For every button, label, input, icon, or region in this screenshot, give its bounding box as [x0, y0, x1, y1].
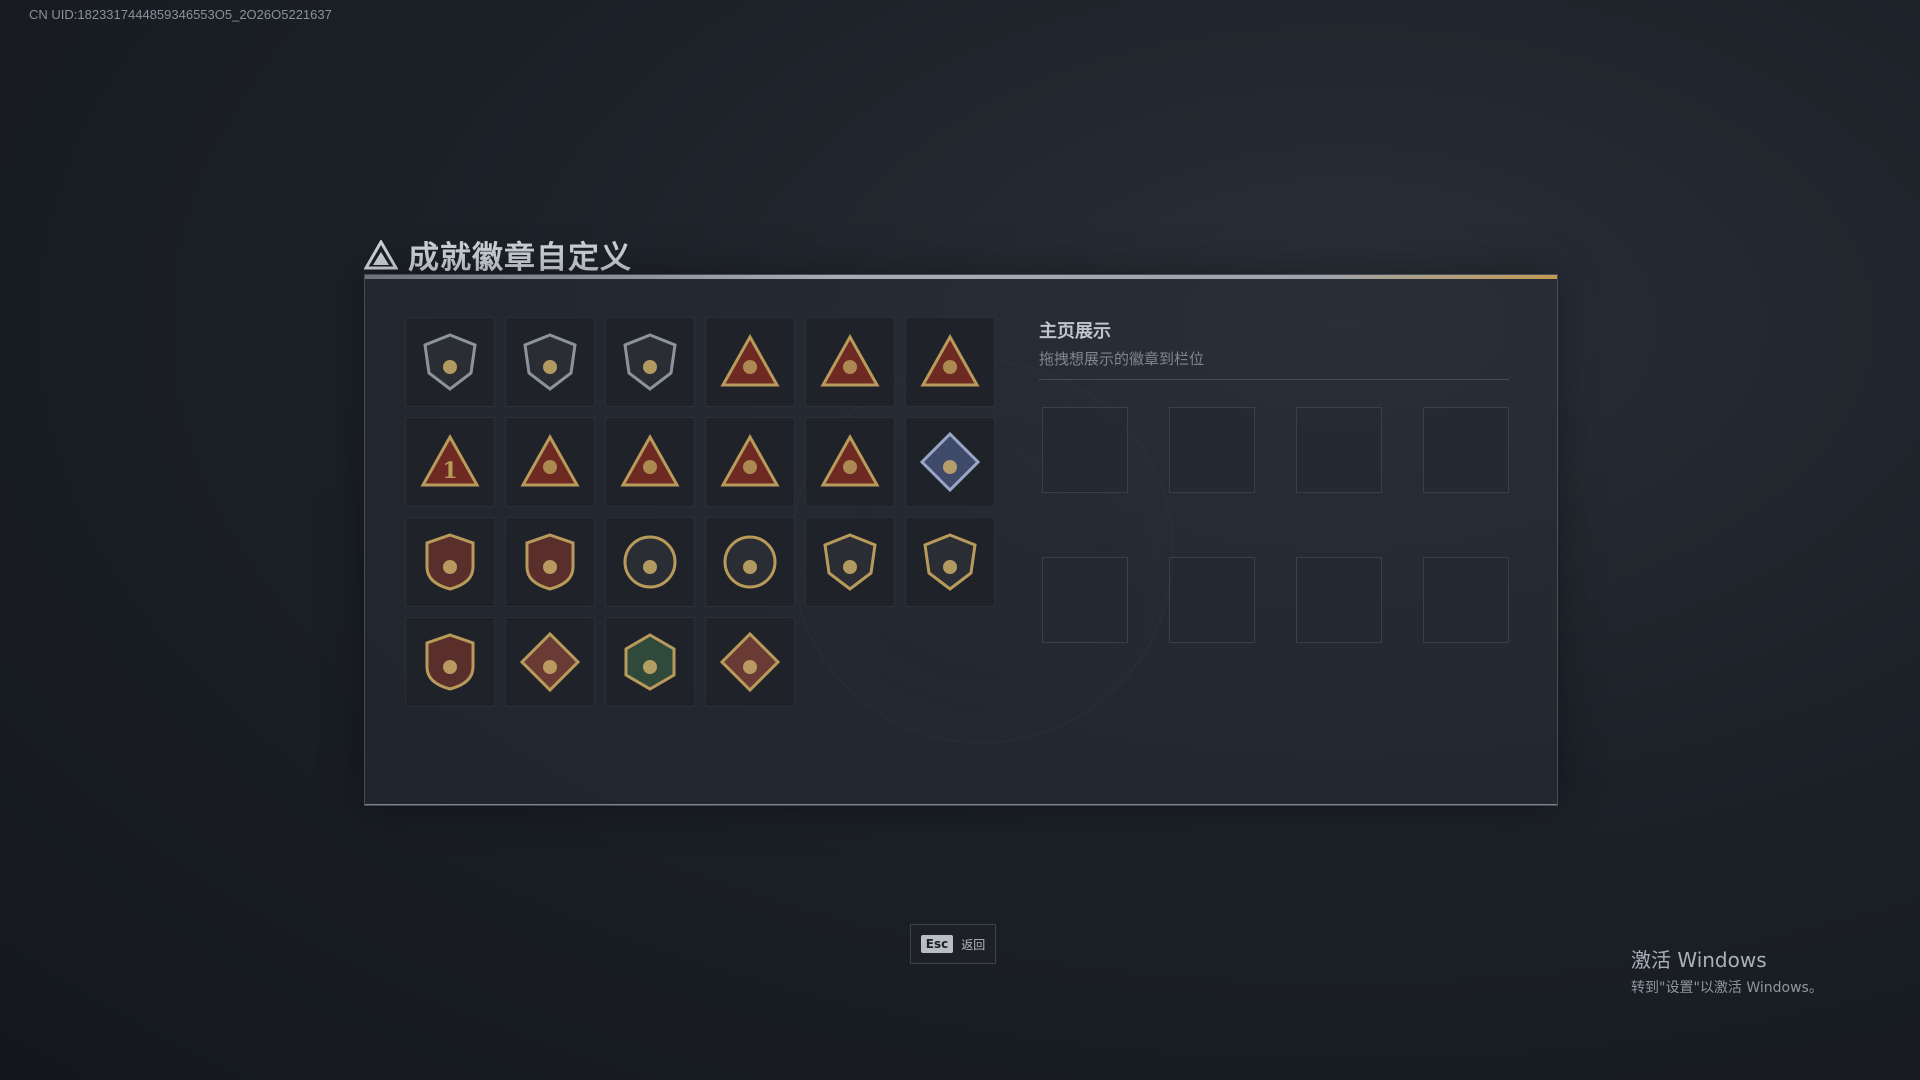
hexagon-bee-icon: [624, 633, 676, 691]
diamond-wolf-icon: [519, 631, 581, 693]
showcase-slot[interactable]: [1169, 407, 1255, 493]
badge-crest-crossed-badge[interactable]: [405, 617, 495, 707]
showcase-divider: [1039, 379, 1509, 380]
crest-stars-icon: [525, 533, 575, 591]
badge-emblem: [643, 660, 657, 674]
badge-triangle-hand-badge[interactable]: [805, 317, 895, 407]
badge-shield-jet-badge[interactable]: [605, 317, 695, 407]
badge-grid: 1: [405, 317, 995, 707]
round-gear-icon: [723, 535, 777, 589]
shield-triangle-icon: [423, 333, 477, 391]
badge-diamond-wolf-badge[interactable]: [505, 617, 595, 707]
badge-shield-no-rifle-badge[interactable]: [905, 517, 995, 607]
badge-round-gear-badge[interactable]: [705, 517, 795, 607]
showcase-slot[interactable]: [1042, 557, 1128, 643]
showcase-slot[interactable]: [1169, 557, 1255, 643]
badge-emblem: [543, 660, 557, 674]
badge-emblem: [843, 460, 857, 474]
badge-triangle-leaf-badge[interactable]: [905, 317, 995, 407]
badge-emblem: [643, 460, 657, 474]
page-title: 成就徽章自定义: [408, 240, 632, 276]
crest-crossed-icon: [425, 633, 475, 691]
showcase-slot[interactable]: [1042, 407, 1128, 493]
badge-emblem: [943, 360, 957, 374]
panel-bottom-line: [365, 804, 1557, 805]
showcase-hint: 拖拽想展示的徽章到栏位: [1039, 350, 1205, 368]
windows-activation-title: 激活 Windows: [1631, 948, 1767, 972]
badge-emblem: [743, 560, 757, 574]
esc-key-icon: Esc: [920, 935, 954, 953]
uid-text: CN UID:1823317444859346553O5_2O26O522163…: [29, 7, 332, 22]
shield-jet-icon: [623, 333, 677, 391]
badge-shield-triangle-badge[interactable]: [405, 317, 495, 407]
homepage-showcase: 主页展示 拖拽想展示的徽章到栏位: [1039, 317, 1509, 380]
diamond-cube-icon: [919, 431, 981, 493]
windows-activation-subtitle: 转到"设置"以激活 Windows。: [1631, 980, 1823, 996]
badge-star-skull-medal-badge[interactable]: [405, 517, 495, 607]
triangle-tank-icon: [720, 333, 780, 387]
round-skull-icon: [623, 535, 677, 589]
triangle-leaf-icon: [920, 333, 980, 387]
badge-emblem: [943, 560, 957, 574]
badge-hexagon-bee-badge[interactable]: [605, 617, 695, 707]
badge-round-skull-badge[interactable]: [605, 517, 695, 607]
showcase-slots: [1042, 407, 1509, 643]
badge-emblem: [843, 360, 857, 374]
badge-shield-helicopter-badge[interactable]: [505, 317, 595, 407]
showcase-title: 主页展示: [1039, 321, 1111, 342]
showcase-slot[interactable]: [1423, 407, 1509, 493]
showcase-slot[interactable]: [1296, 407, 1382, 493]
badge-shield-no-gun-badge[interactable]: [805, 517, 895, 607]
badge-emblem: [643, 360, 657, 374]
badge-emblem: [643, 560, 657, 574]
badge-diamond-cube-badge[interactable]: [905, 417, 995, 507]
triangle-crate-icon: [520, 433, 580, 487]
badge-triangle-missile-badge[interactable]: [805, 417, 895, 507]
badge-emblem: [443, 360, 457, 374]
showcase-slot[interactable]: [1296, 557, 1382, 643]
badge-triangle-soldier-badge[interactable]: [605, 417, 695, 507]
badge-emblem: [543, 460, 557, 474]
triangle-hand-icon: [820, 333, 880, 387]
badge-number-label: 1: [442, 458, 457, 484]
badge-crest-stars-badge[interactable]: [505, 517, 595, 607]
shield-no-rifle-icon: [923, 533, 977, 591]
star-skull-medal-icon: [425, 533, 475, 591]
badge-emblem: [943, 460, 957, 474]
panel-top-bar: [365, 275, 1557, 279]
badge-emblem: [543, 360, 557, 374]
badge-diamond-dragon-badge[interactable]: [705, 617, 795, 707]
shield-helicopter-icon: [523, 333, 577, 391]
badge-triangle-soldier-group-badge[interactable]: [705, 417, 795, 507]
windows-activation-watermark: 激活 Windows 转到"设置"以激活 Windows。: [1631, 944, 1823, 997]
badge-emblem: [543, 560, 557, 574]
triangle-number-one-icon: 1: [420, 433, 480, 487]
triangle-missile-icon: [820, 433, 880, 487]
diamond-dragon-icon: [719, 631, 781, 693]
triangle-soldier-icon: [620, 433, 680, 487]
badge-emblem: [443, 560, 457, 574]
showcase-slot[interactable]: [1423, 557, 1509, 643]
badge-triangle-number-one-badge[interactable]: 1: [405, 417, 495, 507]
badge-triangle-tank-badge[interactable]: [705, 317, 795, 407]
page-header: 成就徽章自定义: [364, 232, 632, 277]
shield-no-gun-icon: [823, 533, 877, 591]
back-button[interactable]: Esc 返回: [910, 924, 996, 964]
delta-logo-icon: [364, 239, 398, 269]
badge-emblem: [743, 360, 757, 374]
badge-emblem: [443, 660, 457, 674]
badge-triangle-crate-badge[interactable]: [505, 417, 595, 507]
badge-panel: 1 主页展示 拖拽想展示的徽章到栏位: [364, 274, 1558, 806]
badge-emblem: [843, 560, 857, 574]
badge-emblem: [743, 660, 757, 674]
badge-emblem: [743, 460, 757, 474]
triangle-soldier-group-icon: [720, 433, 780, 487]
back-label: 返回: [961, 937, 986, 952]
